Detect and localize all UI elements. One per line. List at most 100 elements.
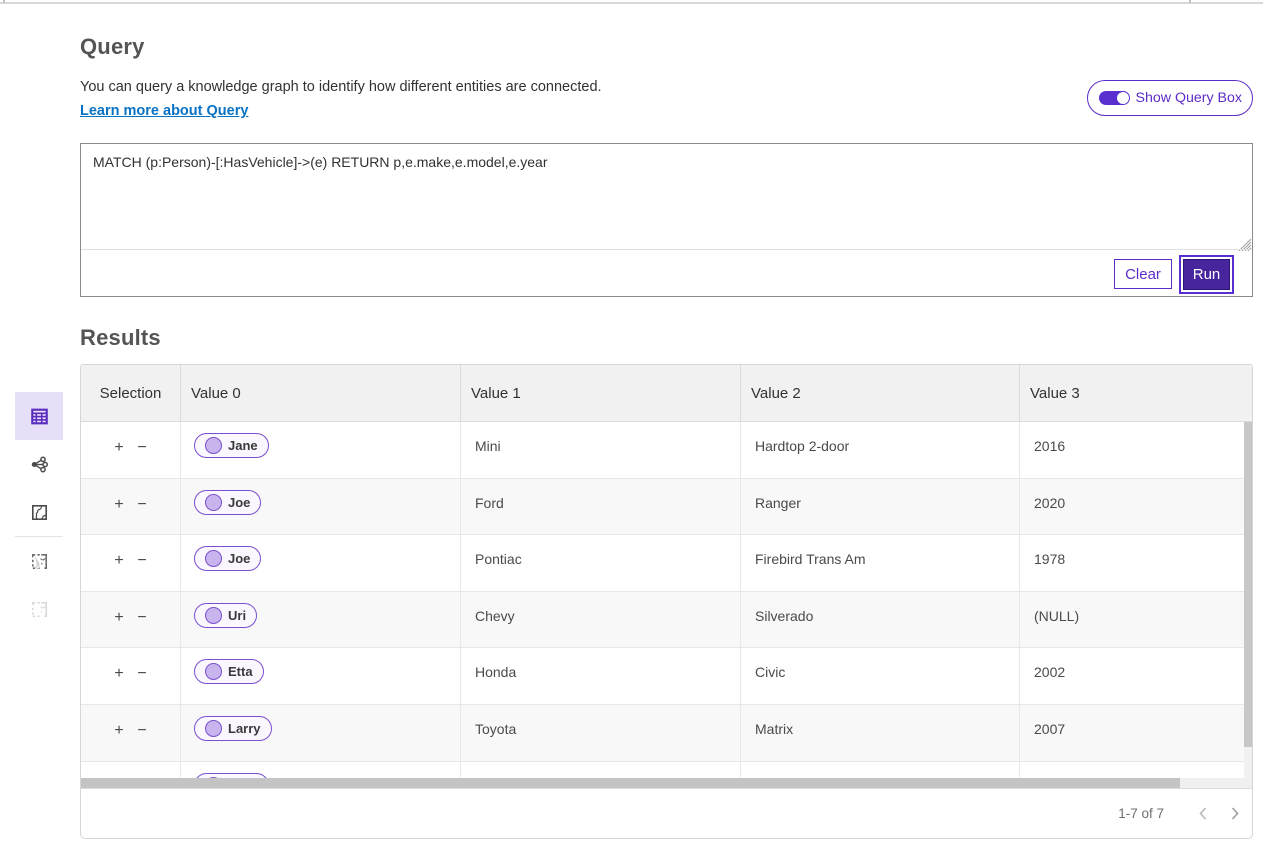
table-pagination: 1-7 of 7 xyxy=(81,788,1252,838)
cell-value1: Ford xyxy=(460,479,740,535)
cell-value1: Honda xyxy=(460,648,740,704)
add-to-selection-button[interactable]: + xyxy=(113,550,126,571)
cell-value1: Pontiac xyxy=(460,535,740,591)
entity-name: Jane xyxy=(228,438,258,453)
entity-cell: Etta xyxy=(180,648,460,704)
horizontal-scrollbar-thumb[interactable] xyxy=(81,778,1180,788)
query-panel: Clear Run xyxy=(80,143,1253,297)
cell-value3: 1978 xyxy=(1019,535,1252,591)
table-body: + − Jane Mini Hardtop 2-door 2016 + − Jo… xyxy=(81,422,1252,778)
remove-from-selection-button[interactable]: − xyxy=(136,607,149,628)
query-panel-footer: Clear Run xyxy=(81,249,1252,296)
entity-pill[interactable]: Larry xyxy=(194,716,272,741)
learn-more-link[interactable]: Learn more about Query xyxy=(80,103,248,119)
column-header-selection: Selection xyxy=(81,365,180,421)
selection-cell: + − xyxy=(81,422,180,478)
sidebar-item-new-map-from-selection[interactable] xyxy=(15,537,63,585)
entity-name: Joe xyxy=(228,551,250,566)
table-row: + − Uri Chevy Silverado (NULL) xyxy=(81,592,1252,649)
entity-name: Uri xyxy=(228,608,246,623)
entity-pill[interactable]: Etta xyxy=(194,659,264,684)
entity-pill[interactable]: Jane xyxy=(194,433,269,458)
column-header-value0: Value 0 xyxy=(180,365,460,421)
entity-pill[interactable]: Uri xyxy=(194,603,257,628)
entity-cell: Joe xyxy=(180,535,460,591)
cell-value3: 2007 xyxy=(1019,705,1252,761)
remove-from-selection-button[interactable]: − xyxy=(136,494,149,515)
entity-circle-icon xyxy=(205,437,222,454)
results-title: Results xyxy=(80,325,161,351)
remove-from-selection-button[interactable]: − xyxy=(136,437,149,458)
selection-cell: + − xyxy=(81,535,180,591)
query-input[interactable] xyxy=(81,144,1252,250)
entity-cell: Uri xyxy=(180,592,460,648)
map-icon xyxy=(31,504,48,521)
selection-cell: + − xyxy=(81,762,180,778)
entity-cell: Larry xyxy=(180,705,460,761)
cell-value2: Ranger xyxy=(740,479,1019,535)
remove-from-selection-button[interactable]: − xyxy=(136,550,149,571)
sidebar-item-link-chart-view[interactable] xyxy=(15,440,63,488)
tab-divider-left xyxy=(3,0,5,3)
cell-value1: Mini xyxy=(460,422,740,478)
table-row: + − xyxy=(81,762,1252,778)
chevron-left-icon xyxy=(1199,807,1207,820)
table-row: + − Etta Honda Civic 2002 xyxy=(81,648,1252,705)
tab-divider-right xyxy=(1189,0,1191,3)
entity-name: Joe xyxy=(228,495,250,510)
vertical-scrollbar[interactable] xyxy=(1244,422,1252,778)
table-row: + − Jane Mini Hardtop 2-door 2016 xyxy=(81,422,1252,479)
pagination-next-button[interactable] xyxy=(1223,802,1247,826)
entity-pill[interactable]: Joe xyxy=(194,490,261,515)
add-to-selection-button[interactable]: + xyxy=(113,607,126,628)
toggle-label: Show Query Box xyxy=(1136,90,1242,106)
cell-value2: Hardtop 2-door xyxy=(740,422,1019,478)
run-button[interactable]: Run xyxy=(1183,259,1230,290)
selection-map-icon xyxy=(31,553,48,570)
selection-cell: + − xyxy=(81,592,180,648)
remove-from-selection-button[interactable]: − xyxy=(136,663,149,684)
horizontal-scrollbar[interactable] xyxy=(81,778,1252,788)
column-header-value2: Value 2 xyxy=(740,365,1019,421)
entity-circle-icon xyxy=(205,607,222,624)
entity-name: Etta xyxy=(228,664,253,679)
entity-cell: Joe xyxy=(180,479,460,535)
selection-cell: + − xyxy=(81,648,180,704)
entity-circle-icon xyxy=(205,720,222,737)
cell-value2: Civic xyxy=(740,648,1019,704)
cell-value1: Chevy xyxy=(460,592,740,648)
view-sidebar xyxy=(15,392,63,633)
sidebar-item-add-selection-to-map[interactable] xyxy=(15,585,63,633)
vertical-scrollbar-thumb[interactable] xyxy=(1244,422,1252,747)
cell-value3: 2002 xyxy=(1019,648,1252,704)
chevron-right-icon xyxy=(1231,807,1239,820)
clear-button[interactable]: Clear xyxy=(1114,259,1172,289)
table-header-row: Selection Value 0 Value 1 Value 2 Value … xyxy=(81,365,1252,422)
add-to-selection-button[interactable]: + xyxy=(113,494,126,515)
cell-value2: Matrix xyxy=(740,705,1019,761)
selection-cell: + − xyxy=(81,705,180,761)
column-header-value3: Value 3 xyxy=(1019,365,1252,421)
pagination-prev-button[interactable] xyxy=(1191,802,1215,826)
cell-value2: Silverado xyxy=(740,592,1019,648)
entity-pill[interactable]: Joe xyxy=(194,546,261,571)
sidebar-item-table-view[interactable] xyxy=(15,392,63,440)
entity-circle-icon xyxy=(205,494,222,511)
add-to-selection-button[interactable]: + xyxy=(113,437,126,458)
selection-cell: + − xyxy=(81,479,180,535)
add-to-selection-button[interactable]: + xyxy=(113,663,126,684)
sidebar-item-map-view[interactable] xyxy=(15,488,63,536)
cell-value1: Toyota xyxy=(460,705,740,761)
show-query-box-toggle[interactable]: Show Query Box xyxy=(1087,80,1253,116)
add-to-selection-button[interactable]: + xyxy=(113,720,126,741)
table-row: + − Joe Ford Ranger 2020 xyxy=(81,479,1252,536)
toggle-switch-icon[interactable] xyxy=(1099,91,1130,105)
remove-from-selection-button[interactable]: − xyxy=(136,720,149,741)
entity-cell: Jane xyxy=(180,422,460,478)
page-description: You can query a knowledge graph to ident… xyxy=(80,79,602,95)
top-tab-bar-edge xyxy=(0,2,1263,4)
table-row: + − Larry Toyota Matrix 2007 xyxy=(81,705,1252,762)
cell-value3 xyxy=(1019,762,1252,778)
cell-value3: 2020 xyxy=(1019,479,1252,535)
cell-value3: (NULL) xyxy=(1019,592,1252,648)
